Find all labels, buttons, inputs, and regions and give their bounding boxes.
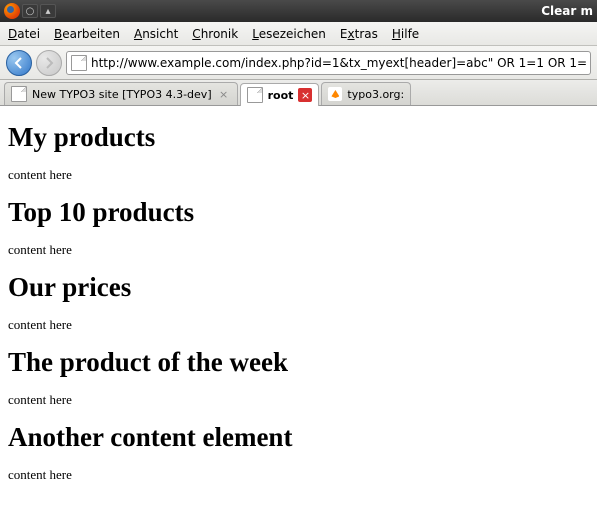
section-heading: Our prices <box>8 272 589 303</box>
url-bar[interactable] <box>66 51 591 75</box>
page-icon <box>247 87 263 103</box>
section-heading: My products <box>8 122 589 153</box>
tab-label: New TYPO3 site [TYPO3 4.3-dev] <box>32 88 212 101</box>
arrow-left-icon <box>13 57 25 69</box>
close-tab-icon[interactable]: × <box>298 88 312 102</box>
section-heading: Top 10 products <box>8 197 589 228</box>
page-content: My products content here Top 10 products co… <box>0 106 597 503</box>
titlebar-text: Clear m <box>541 4 593 18</box>
typo3-icon <box>328 87 342 101</box>
back-button[interactable] <box>6 50 32 76</box>
tab-label: root <box>268 89 294 102</box>
menu-item-4[interactable]: Lesezeichen <box>252 27 326 41</box>
menu-item-6[interactable]: Hilfe <box>392 27 419 41</box>
window-minimize-button[interactable]: ○ <box>22 4 38 18</box>
section-body: content here <box>8 467 589 483</box>
firefox-icon <box>4 3 20 19</box>
tab-0[interactable]: New TYPO3 site [TYPO3 4.3-dev] × <box>4 82 238 105</box>
window-titlebar: ○ ▴ Clear m <box>0 0 597 22</box>
tab-label: typo3.org: <box>347 88 404 101</box>
forward-button <box>36 50 62 76</box>
arrow-right-icon <box>43 57 55 69</box>
close-tab-icon[interactable]: × <box>217 87 231 101</box>
navigation-toolbar <box>0 46 597 80</box>
tab-1[interactable]: root × <box>240 83 320 106</box>
section-body: content here <box>8 242 589 258</box>
menu-item-3[interactable]: Chronik <box>192 27 238 41</box>
section-heading: Another content element <box>8 422 589 453</box>
section-body: content here <box>8 167 589 183</box>
section-body: content here <box>8 392 589 408</box>
section-heading: The product of the week <box>8 347 589 378</box>
menu-item-1[interactable]: Bearbeiten <box>54 27 120 41</box>
tab-2[interactable]: typo3.org: <box>321 82 411 105</box>
menu-item-2[interactable]: Ansicht <box>134 27 178 41</box>
page-icon <box>71 55 87 71</box>
menubar: Datei Bearbeiten Ansicht Chronik Lesezeichen… <box>0 22 597 46</box>
menu-item-5[interactable]: Extras <box>340 27 378 41</box>
page-icon <box>11 86 27 102</box>
window-maximize-button[interactable]: ▴ <box>40 4 56 18</box>
section-body: content here <box>8 317 589 333</box>
menu-item-0[interactable]: Datei <box>8 27 40 41</box>
url-input[interactable] <box>91 56 586 70</box>
tab-bar: New TYPO3 site [TYPO3 4.3-dev] × root × typo… <box>0 80 597 106</box>
